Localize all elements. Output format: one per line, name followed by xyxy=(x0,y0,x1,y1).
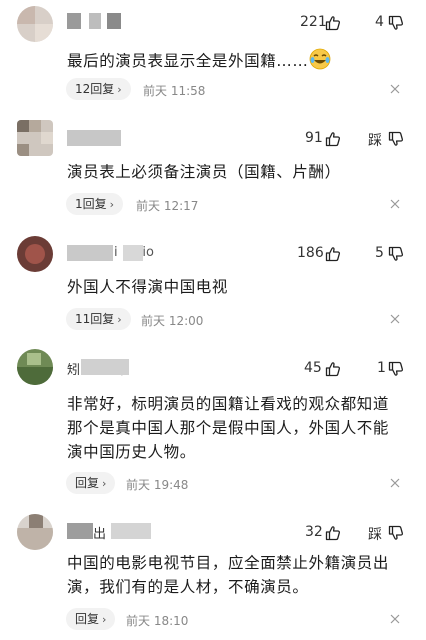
thumbs-down-icon[interactable] xyxy=(388,246,404,262)
reply-label: 1回复 xyxy=(75,197,107,211)
chevron-right-icon: › xyxy=(117,313,122,326)
thumbs-down-icon[interactable] xyxy=(388,525,404,541)
comment-time: 前天 11:58 xyxy=(143,84,206,98)
thumbs-up-icon[interactable] xyxy=(325,361,341,377)
close-icon[interactable] xyxy=(390,314,400,324)
comment-text: 外国人不得演中国电视 xyxy=(67,275,412,299)
dislike-count: 1 xyxy=(377,360,386,376)
reply-button[interactable]: 回复 › xyxy=(66,472,116,494)
reply-button[interactable]: 回复 › xyxy=(66,608,116,630)
thumbs-up-icon[interactable] xyxy=(325,15,341,31)
comment-text: 中国的电影电视节目，应全面禁止外籍演员出 演，我们有的是人材，不确演员。 xyxy=(67,551,412,599)
comment-text-line: 最后的演员表显示全是外国籍…… xyxy=(67,52,309,70)
thumbs-down-icon[interactable] xyxy=(388,15,404,31)
comment-text-line: 外国人不得演中国电视 xyxy=(67,278,229,296)
thumbs-up-icon[interactable] xyxy=(325,246,341,262)
username-fragment: i io xyxy=(114,245,154,260)
close-icon[interactable] xyxy=(390,478,400,488)
comment-text: 最后的演员表显示全是外国籍…… xyxy=(67,48,412,73)
laughing-tears-emoji-icon xyxy=(309,48,331,70)
username-fragment: 出 xyxy=(93,527,107,542)
comment-text-line: 非常好，标明演员的国籍让看戏的观众都知道 xyxy=(67,395,390,413)
comment-text-line: 演，我们有的是人材，不确演员。 xyxy=(67,578,309,596)
comment-text-line: 中国的电影电视节目，应全面禁止外籍演员出 xyxy=(67,554,390,572)
reply-label: 回复 xyxy=(75,476,100,490)
chevron-right-icon: › xyxy=(102,477,107,490)
reply-label: 回复 xyxy=(75,612,100,626)
comment-time: 前天 18:10 xyxy=(126,614,189,628)
avatar[interactable] xyxy=(17,349,53,385)
like-count: 32 xyxy=(305,524,323,540)
avatar[interactable] xyxy=(17,514,53,550)
close-icon[interactable] xyxy=(390,84,400,94)
like-count: 221 xyxy=(300,14,327,30)
comment-text-line: 那个是真中国人那个是假中国人，外国人不能 xyxy=(67,419,390,437)
like-count: 186 xyxy=(297,245,324,261)
chevron-right-icon: › xyxy=(117,83,122,96)
comment-text-line: 演中国历史人物。 xyxy=(67,443,196,461)
avatar[interactable] xyxy=(17,6,53,42)
close-icon[interactable] xyxy=(390,199,400,209)
thumbs-up-icon[interactable] xyxy=(325,525,341,541)
comment-text: 非常好，标明演员的国籍让看戏的观众都知道 那个是真中国人那个是假中国人，外国人不… xyxy=(67,392,412,464)
chevron-right-icon: › xyxy=(109,198,115,211)
like-count: 45 xyxy=(304,360,322,376)
close-icon[interactable] xyxy=(390,614,400,624)
reply-label: 11回复 xyxy=(75,312,115,326)
dislike-label: 踩 xyxy=(368,133,382,149)
thumbs-down-icon[interactable] xyxy=(388,131,404,147)
thumbs-up-icon[interactable] xyxy=(325,131,341,147)
comment-text-line: 演员表上必须备注演员（国籍、片酬） xyxy=(67,163,341,181)
dislike-count: 5 xyxy=(375,245,384,261)
dislike-label: 踩 xyxy=(368,527,382,543)
thumbs-down-icon[interactable] xyxy=(388,361,404,377)
reply-button[interactable]: 11回复 › xyxy=(66,308,131,330)
dislike-count: 4 xyxy=(375,14,384,30)
like-count: 91 xyxy=(305,130,323,146)
comment-time: 前天 12:00 xyxy=(141,314,204,328)
avatar[interactable] xyxy=(17,236,53,272)
avatar[interactable] xyxy=(17,120,53,156)
reply-label: 12回复 xyxy=(75,82,115,96)
reply-button[interactable]: 1回复 › xyxy=(66,193,124,215)
chevron-right-icon: › xyxy=(102,613,107,626)
comment-time: 前天 12:17 xyxy=(136,199,199,213)
comment-time: 前天 19:48 xyxy=(126,478,189,492)
comment-text: 演员表上必须备注演员（国籍、片酬） xyxy=(67,160,412,184)
reply-button[interactable]: 12回复 › xyxy=(66,78,131,100)
